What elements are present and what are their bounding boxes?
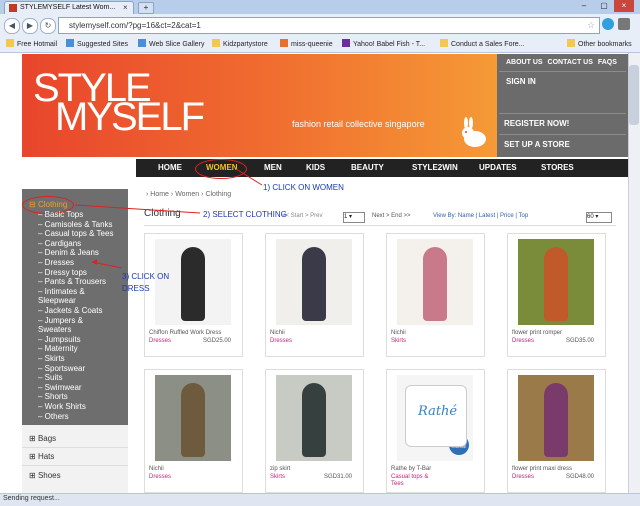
url-text: stylemyself.com/?pg=16&ct=2&cat=1	[69, 21, 201, 30]
back-button[interactable]: ◀	[4, 18, 20, 34]
maximize-icon[interactable]: ▢	[594, 0, 614, 12]
browser-tab[interactable]: STYLEMYSELF Latest Wom... ×	[4, 1, 134, 15]
bookmarks-bar: Free Hotmail Suggested Sites Web Slice G…	[0, 36, 640, 53]
bookmark-item[interactable]: Yahoo! Babel Fish - T...	[342, 39, 425, 48]
bookmark-item[interactable]: Conduct a Sales Fore...	[440, 39, 525, 48]
status-bar: Sending request...	[0, 493, 640, 506]
annotation-arrows	[74, 168, 263, 269]
minimize-icon[interactable]: –	[574, 0, 594, 12]
status-text: Sending request...	[3, 495, 60, 502]
browser-toolbar: ◀ ▶ ↻ stylemyself.com/?pg=16&ct=2&cat=1 …	[0, 14, 640, 36]
bookmark-item[interactable]: miss-queenie	[280, 39, 333, 48]
scrollbar-thumb[interactable]	[629, 65, 639, 125]
new-tab-button[interactable]: +	[138, 2, 154, 14]
bookmark-item[interactable]: Kidzpartystore	[212, 39, 268, 48]
bookmark-item[interactable]: Free Hotmail	[6, 39, 57, 48]
close-window-icon[interactable]: ×	[614, 0, 634, 12]
reload-button[interactable]: ↻	[40, 18, 56, 34]
page-content: STYLE MYSELF fashion retail collective s…	[0, 53, 628, 493]
bookmark-item[interactable]: Web Slice Gallery	[138, 39, 205, 48]
bookmark-item[interactable]: Suggested Sites	[66, 39, 128, 48]
skype-icon[interactable]	[602, 18, 614, 30]
close-tab-icon[interactable]: ×	[123, 3, 128, 12]
forward-button[interactable]: ▶	[22, 18, 38, 34]
page-menu-icon[interactable]	[618, 18, 630, 30]
address-bar[interactable]: stylemyself.com/?pg=16&ct=2&cat=1 ☆	[58, 17, 600, 34]
bookmark-star-icon[interactable]: ☆	[587, 20, 595, 31]
site-favicon-icon	[9, 4, 17, 12]
bookmark-folder-other[interactable]: Other bookmarks	[567, 39, 632, 48]
window-controls: – ▢ ×	[574, 0, 640, 13]
tab-title: STYLEMYSELF Latest Wom...	[20, 4, 116, 11]
